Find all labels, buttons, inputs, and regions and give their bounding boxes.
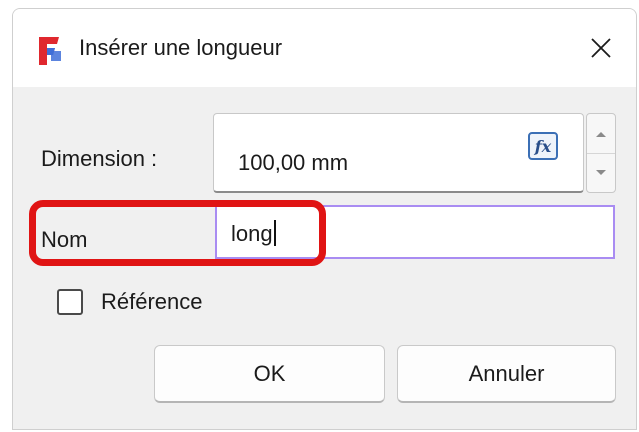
spin-down-icon (596, 169, 606, 175)
fx-expression-icon[interactable]: fx (528, 132, 558, 160)
title-bar: Insérer une longueur (13, 9, 636, 87)
ok-button[interactable]: OK (154, 345, 385, 403)
close-icon (591, 38, 611, 58)
dimension-input[interactable]: 100,00 mm fx (213, 113, 584, 193)
reference-label[interactable]: Référence (101, 289, 203, 315)
text-caret (273, 220, 276, 246)
cancel-button[interactable]: Annuler (397, 345, 616, 403)
dimension-value: 100,00 mm (238, 150, 349, 175)
name-label: Nom (41, 227, 88, 252)
spin-up-icon (596, 131, 606, 137)
spin-down-button[interactable] (587, 153, 615, 192)
freecad-logo-icon (39, 37, 61, 65)
reference-checkbox[interactable] (57, 289, 83, 315)
spin-up-button[interactable] (587, 114, 615, 154)
dimension-label: Dimension : (41, 146, 158, 171)
name-input[interactable]: long (215, 205, 615, 259)
insert-length-dialog: Insérer une longueur Dimension : 100,00 … (12, 8, 637, 430)
dimension-spinner (586, 113, 616, 193)
dialog-title: Insérer une longueur (79, 35, 283, 60)
close-button[interactable] (566, 9, 636, 87)
name-value: long (231, 221, 273, 246)
